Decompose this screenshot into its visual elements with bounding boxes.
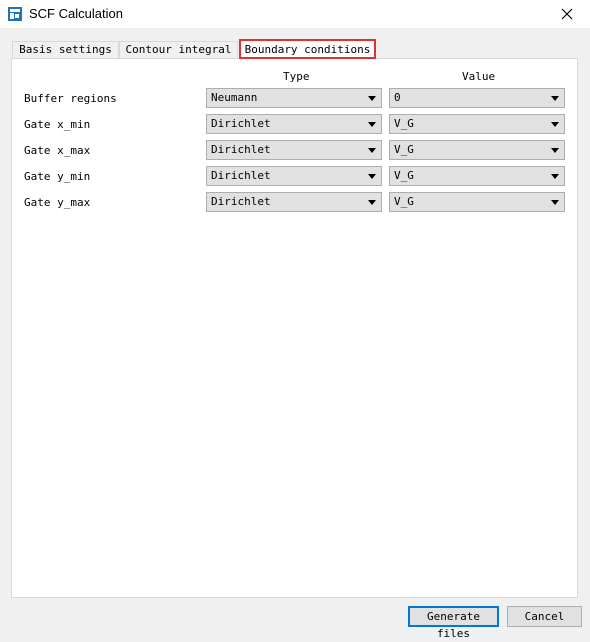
- type-select-gate-y-min[interactable]: Dirichlet: [206, 166, 382, 186]
- type-select-buffer-regions[interactable]: Neumann: [206, 88, 382, 108]
- type-select-gate-y-max[interactable]: Dirichlet: [206, 192, 382, 212]
- type-column-header: Type: [283, 70, 310, 83]
- boundary-conditions-panel: [11, 58, 578, 598]
- tab-boundary-conditions[interactable]: Boundary conditions: [239, 39, 376, 59]
- value-select-value: V_G: [394, 117, 414, 130]
- app-icon: [8, 7, 22, 21]
- chevron-down-icon: [368, 200, 376, 205]
- chevron-down-icon: [368, 96, 376, 101]
- type-select-gate-x-max[interactable]: Dirichlet: [206, 140, 382, 160]
- value-select-buffer-regions[interactable]: 0: [389, 88, 565, 108]
- value-select-value: 0: [394, 91, 401, 104]
- value-column-header: Value: [462, 70, 496, 83]
- type-select-value: Neumann: [211, 91, 258, 104]
- generate-files-button[interactable]: Generate files: [408, 606, 499, 640]
- row-label-gate-x-max: Gate x_max: [24, 144, 91, 157]
- type-select-value: Dirichlet: [211, 169, 271, 182]
- value-select-value: V_G: [394, 169, 414, 182]
- chevron-down-icon: [551, 148, 559, 153]
- cancel-button[interactable]: Cancel: [507, 606, 582, 627]
- type-select-value: Dirichlet: [211, 143, 271, 156]
- close-icon: [561, 8, 573, 20]
- chevron-down-icon: [551, 200, 559, 205]
- chevron-down-icon: [368, 148, 376, 153]
- chevron-down-icon: [368, 122, 376, 127]
- row-label-gate-x-min: Gate x_min: [24, 118, 91, 131]
- chevron-down-icon: [551, 96, 559, 101]
- value-select-gate-y-min[interactable]: V_G: [389, 166, 565, 186]
- row-label-buffer-regions: Buffer regions: [24, 92, 117, 105]
- tab-contour-integral[interactable]: Contour integral: [119, 41, 238, 58]
- title-bar: SCF Calculation: [0, 0, 590, 28]
- type-select-value: Dirichlet: [211, 195, 271, 208]
- tab-basis-settings[interactable]: Basis settings: [12, 41, 119, 58]
- value-select-value: V_G: [394, 195, 414, 208]
- type-select-value: Dirichlet: [211, 117, 271, 130]
- chevron-down-icon: [551, 122, 559, 127]
- close-button[interactable]: [544, 0, 590, 28]
- value-select-gate-x-min[interactable]: V_G: [389, 114, 565, 134]
- row-label-gate-y-max: Gate y_max: [24, 196, 91, 209]
- value-select-value: V_G: [394, 143, 414, 156]
- window-title: SCF Calculation: [29, 6, 123, 21]
- value-select-gate-y-max[interactable]: V_G: [389, 192, 565, 212]
- value-select-gate-x-max[interactable]: V_G: [389, 140, 565, 160]
- type-select-gate-x-min[interactable]: Dirichlet: [206, 114, 382, 134]
- chevron-down-icon: [551, 174, 559, 179]
- row-label-gate-y-min: Gate y_min: [24, 170, 91, 183]
- chevron-down-icon: [368, 174, 376, 179]
